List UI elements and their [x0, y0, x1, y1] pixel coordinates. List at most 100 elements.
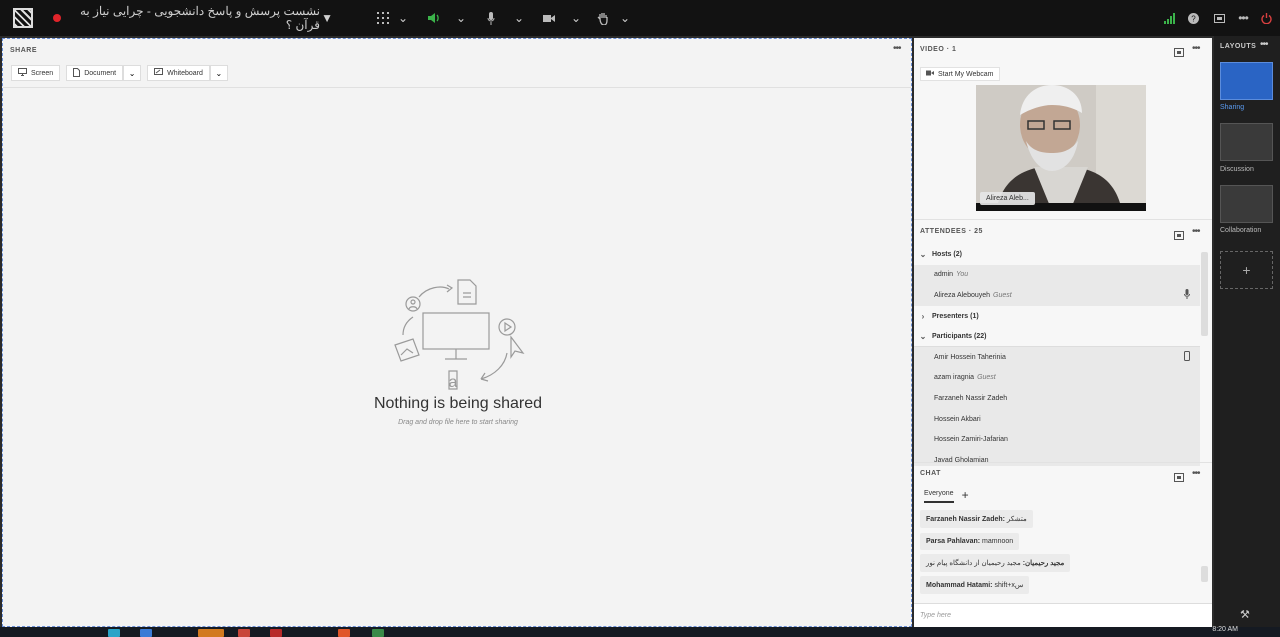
video-pod-header: VIDEO · 1 ••• [914, 38, 1212, 60]
taskbar-app-icon[interactable] [372, 629, 384, 637]
more-options-icon[interactable]: ••• [1236, 0, 1250, 36]
power-exit-icon[interactable] [1259, 0, 1273, 36]
taskbar-app-icon[interactable] [338, 629, 350, 637]
chat-message[interactable]: مجید رحیمیان: مجید رحیمیان از دانشگاه پی… [920, 554, 1071, 572]
add-chat-tab-icon[interactable]: + [962, 488, 969, 502]
title-dropdown-icon[interactable]: ▼ [321, 0, 333, 36]
layout-collaboration-label[interactable]: Collaboration [1220, 227, 1261, 234]
attendees-list: ⌄ Hosts (2) admin You Alireza Alebouyeh … [914, 244, 1200, 466]
attendee-tag: You [956, 271, 969, 279]
fullscreen-icon[interactable] [1212, 0, 1226, 36]
attendee-group-participants[interactable]: ⌄ Participants (22) [914, 326, 1200, 347]
video-pod-label: VIDEO · 1 [920, 46, 957, 53]
connection-strength-icon[interactable] [1163, 0, 1177, 36]
chevron-right-icon: › [921, 311, 925, 321]
chat-pod-maximize-icon[interactable] [1174, 469, 1184, 487]
attendee-row[interactable]: Amir Hossein Taherinia [914, 346, 1200, 368]
attendees-pod-maximize-icon[interactable] [1174, 227, 1184, 245]
taskbar-app-icon[interactable] [270, 629, 282, 637]
meeting-title[interactable]: نشست پرسش و پاسخ دانشجویی - چرایی نیاز ب… [75, 0, 320, 36]
attendees-pod-header: ATTENDEES · 25 ••• [914, 219, 1212, 241]
layouts-menu-icon[interactable]: ••• [1260, 39, 1268, 50]
layout-discussion-label[interactable]: Discussion [1220, 166, 1254, 173]
camera-dropdown-icon[interactable]: ⌄ [571, 0, 581, 36]
attendee-name: Alireza Alebouyeh [934, 291, 991, 299]
chat-pod-label: CHAT [920, 470, 941, 477]
layout-collaboration-thumbnail[interactable] [1220, 185, 1273, 223]
share-document-button[interactable]: Document [66, 65, 124, 81]
apps-grid-icon[interactable] [376, 0, 390, 36]
taskbar-clock[interactable]: 8:20 AM [1212, 626, 1238, 633]
attendee-row[interactable]: Hossein Zamiri-Jafarian [914, 429, 1200, 450]
chat-input[interactable]: Type here [914, 603, 1212, 627]
share-whiteboard-label: Whiteboard [167, 69, 203, 77]
attendee-name: Hossein Akbari [934, 415, 981, 423]
attendees-pod-label: ATTENDEES · 25 [920, 228, 983, 235]
layout-sharing-thumbnail[interactable] [1220, 62, 1273, 100]
layout-sharing-label[interactable]: Sharing [1220, 104, 1244, 111]
attendee-group-presenters[interactable]: › Presenters (1) [914, 305, 1200, 327]
share-toolbar: Screen Document ⌄ Whiteboard ⌄ [11, 65, 228, 81]
attendee-row[interactable]: azam iragnia Guest [914, 367, 1200, 389]
attendees-pod-menu-icon[interactable]: ••• [1192, 226, 1200, 237]
share-screen-button[interactable]: Screen [11, 65, 61, 81]
recording-indicator-icon[interactable] [50, 0, 64, 36]
taskbar-app-icon[interactable] [238, 629, 250, 637]
microphone-dropdown-icon[interactable]: ⌄ [514, 0, 524, 36]
attendees-scrollbar[interactable] [1201, 252, 1208, 336]
microphone-icon[interactable] [485, 0, 497, 36]
attendee-row[interactable]: Farzaneh Nassir Zadeh [914, 388, 1200, 409]
microphone-icon [1184, 289, 1190, 301]
whiteboard-icon [154, 68, 164, 78]
chat-message[interactable]: Farzaneh Nassir Zadeh: متشکر [920, 510, 1033, 528]
svg-text:?: ? [1191, 14, 1196, 23]
help-icon[interactable]: ? [1186, 0, 1200, 36]
attendee-name: Farzaneh Nassir Zadeh [934, 394, 1008, 402]
taskbar-app-icon[interactable] [108, 629, 120, 637]
video-pod-menu-icon[interactable]: ••• [1192, 43, 1200, 54]
video-pod-maximize-icon[interactable] [1174, 44, 1184, 62]
add-layout-button[interactable]: + [1220, 251, 1273, 289]
group-label: Hosts (2) [932, 250, 962, 258]
attendee-name: Amir Hossein Taherinia [934, 353, 1006, 361]
camera-icon[interactable] [542, 0, 556, 36]
layout-discussion-thumbnail[interactable] [1220, 123, 1273, 161]
chat-message[interactable]: Mohammad Hatami: shift+xس [920, 576, 1030, 594]
share-document-label: Document [84, 69, 117, 77]
attendee-group-hosts[interactable]: ⌄ Hosts (2) [914, 244, 1200, 265]
raise-hand-dropdown-icon[interactable]: ⌄ [620, 0, 630, 36]
attendee-row[interactable]: Alireza Alebouyeh Guest [914, 285, 1200, 306]
apps-dropdown-icon[interactable]: ⌄ [398, 0, 408, 36]
share-document-dropdown-icon[interactable]: ⌄ [123, 65, 142, 81]
group-label: Presenters (1) [932, 312, 979, 320]
side-pods: VIDEO · 1 ••• Start My Webcam Alireza Al… [914, 38, 1212, 627]
speaker-dropdown-icon[interactable]: ⌄ [456, 0, 466, 36]
attendee-tag: Guest [977, 374, 996, 382]
webcam-video-feed[interactable]: Alireza Aleb... [976, 85, 1146, 211]
svg-text:a: a [449, 374, 458, 391]
app-logo-icon[interactable] [12, 0, 34, 36]
attendee-row[interactable]: Hossein Akbari [914, 408, 1200, 430]
attendee-name: azam iragnia [934, 374, 975, 382]
share-pod-menu-icon[interactable]: ••• [893, 43, 901, 54]
chat-messages: Farzaneh Nassir Zadeh: متشکر Parsa Pahla… [920, 508, 1200, 596]
share-whiteboard-dropdown-icon[interactable]: ⌄ [209, 65, 228, 81]
share-whiteboard-button[interactable]: Whiteboard [147, 65, 210, 81]
chat-scrollbar[interactable] [1201, 566, 1208, 582]
attendee-tag: Guest [993, 291, 1012, 299]
raise-hand-icon[interactable] [596, 0, 610, 36]
taskbar-app-icon[interactable] [140, 629, 152, 637]
share-screen-label: Screen [31, 69, 54, 77]
start-webcam-button[interactable]: Start My Webcam [920, 67, 1000, 81]
mobile-device-icon [1184, 351, 1190, 363]
taskbar-app-icon[interactable] [198, 629, 224, 637]
group-label: Participants (22) [932, 332, 987, 340]
attendee-row[interactable]: admin You [914, 264, 1200, 286]
speaker-icon[interactable] [426, 0, 442, 36]
chat-message[interactable]: Parsa Pahlavan: mamnoon [920, 533, 1020, 550]
start-webcam-label: Start My Webcam [938, 70, 994, 78]
tools-icon[interactable]: ⚒ [1240, 608, 1250, 621]
attendee-name: admin [934, 271, 954, 279]
chat-pod-menu-icon[interactable]: ••• [1192, 468, 1200, 479]
chat-tab-everyone[interactable]: Everyone [924, 490, 954, 503]
